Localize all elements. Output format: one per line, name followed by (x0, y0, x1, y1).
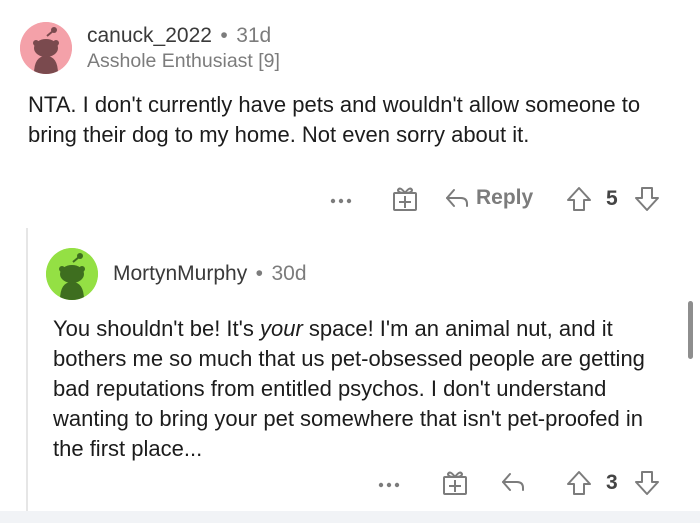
bottom-band (0, 511, 700, 523)
more-dots-icon (378, 482, 400, 488)
comment-body: You shouldn't be! It's your space! I'm a… (53, 314, 673, 464)
award-button[interactable] (392, 185, 418, 212)
snoo-avatar-icon (46, 248, 98, 300)
award-button[interactable] (442, 469, 468, 496)
comment-age: 30d (271, 262, 307, 285)
comment-header: canuck_2022 • 31d (87, 24, 271, 48)
upvote-button[interactable] (566, 469, 592, 497)
upvote-arrow-icon (567, 187, 591, 211)
reply-arrow-icon (446, 189, 468, 207)
thread-line[interactable] (26, 228, 28, 511)
avatar[interactable] (46, 248, 98, 300)
vote-count: 3 (606, 471, 618, 494)
comment-body: NTA. I don't currently have pets and wou… (28, 92, 641, 147)
upvote-arrow-icon (567, 471, 591, 495)
upvote-button[interactable] (566, 185, 592, 213)
downvote-button[interactable] (634, 185, 660, 213)
more-button[interactable] (378, 470, 400, 496)
username[interactable]: MortynMurphy (113, 262, 247, 285)
vote-count: 5 (606, 187, 618, 210)
downvote-arrow-icon (635, 471, 659, 495)
separator: • (255, 262, 264, 285)
downvote-arrow-icon (635, 187, 659, 211)
reply-label: Reply (476, 186, 534, 209)
username[interactable]: canuck_2022 (87, 24, 212, 47)
separator: • (220, 24, 228, 47)
comment-age: 31d (236, 24, 272, 47)
gift-award-icon (443, 471, 467, 495)
reply-button[interactable]: Reply (444, 185, 533, 211)
reply-button[interactable] (500, 469, 526, 495)
comment-header: MortynMurphy • 30d (113, 262, 307, 286)
avatar[interactable] (20, 22, 72, 74)
scrollbar-thumb[interactable] (688, 301, 693, 359)
body-text-italic: your (259, 316, 303, 341)
more-dots-icon (330, 198, 352, 204)
snoo-avatar-icon (20, 22, 72, 74)
body-text: You shouldn't be! It's (53, 316, 260, 341)
more-button[interactable] (330, 186, 352, 212)
gift-award-icon (393, 187, 417, 211)
downvote-button[interactable] (634, 469, 660, 497)
user-flair: Asshole Enthusiast [9] (87, 50, 280, 72)
reply-arrow-icon (502, 473, 524, 491)
